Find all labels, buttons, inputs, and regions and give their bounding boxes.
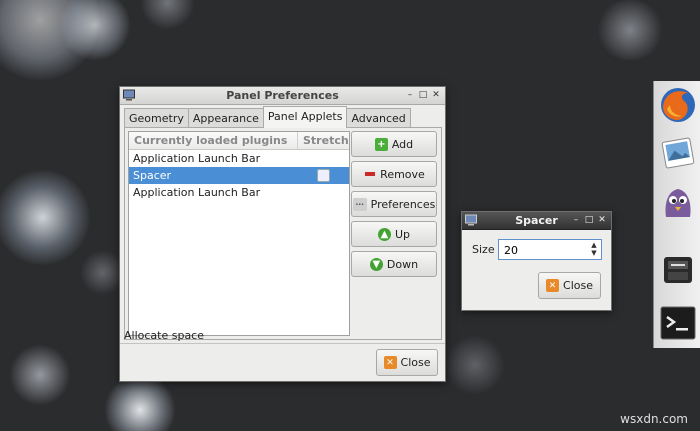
close-icon[interactable]: ✕	[597, 214, 607, 226]
remove-button[interactable]: Remove	[351, 161, 437, 187]
titlebar[interactable]: Panel Preferences – □ ✕	[120, 87, 445, 105]
window-title: Panel Preferences	[226, 89, 339, 102]
plugin-name: Application Launch Bar	[133, 186, 261, 199]
close-button[interactable]: ✕ Close	[376, 349, 438, 376]
preferences-button[interactable]: ⋯ Preferences	[351, 191, 437, 217]
tab-geometry[interactable]: Geometry	[124, 108, 189, 128]
tab-advanced[interactable]: Advanced	[346, 108, 411, 128]
firefox-icon[interactable]	[658, 85, 698, 125]
spacer-titlebar[interactable]: Spacer – □ ✕	[462, 212, 611, 230]
down-button[interactable]: ▼ Down	[351, 251, 437, 277]
status-text: Allocate space	[124, 329, 205, 342]
size-spinbox[interactable]: ▲ ▼	[498, 239, 602, 260]
tab-panel-applets[interactable]: Panel Applets	[262, 106, 348, 128]
plugin-name: Application Launch Bar	[133, 152, 261, 165]
preferences-label: Preferences	[370, 197, 436, 211]
size-input[interactable]	[502, 241, 586, 260]
bokeh-light	[445, 335, 505, 395]
list-item[interactable]: Application Launch Bar	[129, 184, 349, 201]
panel-preferences-window: Panel Preferences – □ ✕ Geometry Appeara…	[119, 86, 446, 382]
spin-up-icon[interactable]: ▲	[589, 241, 599, 249]
add-button[interactable]: + Add	[351, 131, 437, 157]
list-item[interactable]: Application Launch Bar	[129, 150, 349, 167]
tab-appearance[interactable]: Appearance	[187, 108, 264, 128]
spacer-close-button[interactable]: ✕ Close	[538, 272, 601, 299]
bokeh-light	[105, 375, 175, 431]
size-label: Size	[472, 243, 495, 256]
image-viewer-icon[interactable]	[658, 133, 698, 173]
maximize-icon[interactable]: □	[584, 214, 594, 226]
remove-label: Remove	[380, 167, 425, 181]
launcher-dock	[653, 81, 700, 348]
up-label: Up	[394, 227, 411, 241]
stretch-checkbox[interactable]	[317, 169, 330, 182]
bokeh-light	[140, 0, 195, 30]
spacer-dialog: Spacer – □ ✕ Size ▲ ▼ ✕ Close	[461, 211, 612, 311]
minus-icon	[363, 168, 376, 181]
arrow-down-icon: ▼	[369, 257, 383, 271]
bokeh-light	[10, 345, 70, 405]
close-icon[interactable]: ✕	[431, 89, 441, 101]
tab-bar: Geometry Appearance Panel Applets Advanc…	[124, 106, 411, 128]
arrow-up-icon: ▲	[377, 227, 391, 241]
close-x-icon: ✕	[546, 279, 560, 292]
spin-arrows[interactable]: ▲ ▼	[589, 241, 599, 258]
up-button[interactable]: ▲ Up	[351, 221, 437, 247]
close-x-icon: ✕	[383, 356, 397, 369]
plugin-list[interactable]: Currently loaded plugins Stretch Applica…	[128, 131, 350, 336]
preferences-icon: ⋯	[352, 197, 367, 211]
bokeh-light	[0, 170, 90, 265]
add-label: Add	[391, 137, 414, 151]
minimize-icon[interactable]: –	[405, 89, 415, 101]
down-label: Down	[386, 257, 419, 271]
list-item[interactable]: Spacer	[129, 167, 349, 184]
column-header-plugins[interactable]: Currently loaded plugins	[129, 132, 298, 149]
plugin-name: Spacer	[133, 169, 172, 182]
panel-applets-pane: Currently loaded plugins Stretch Applica…	[124, 127, 442, 340]
pidgin-icon[interactable]	[658, 183, 698, 223]
column-header-stretch[interactable]: Stretch	[298, 132, 349, 149]
terminal-icon[interactable]	[658, 303, 698, 343]
divider	[120, 343, 445, 344]
spin-down-icon[interactable]: ▼	[589, 249, 599, 257]
close-label: Close	[400, 356, 431, 369]
minimize-icon[interactable]: –	[571, 214, 581, 226]
file-manager-icon[interactable]	[658, 249, 698, 289]
plugin-list-header: Currently loaded plugins Stretch	[129, 132, 349, 150]
maximize-icon[interactable]: □	[418, 89, 428, 101]
watermark: wsxdn.com	[620, 412, 688, 426]
spacer-close-label: Close	[563, 279, 593, 292]
plus-icon: +	[374, 137, 388, 151]
bokeh-light	[595, 0, 665, 60]
